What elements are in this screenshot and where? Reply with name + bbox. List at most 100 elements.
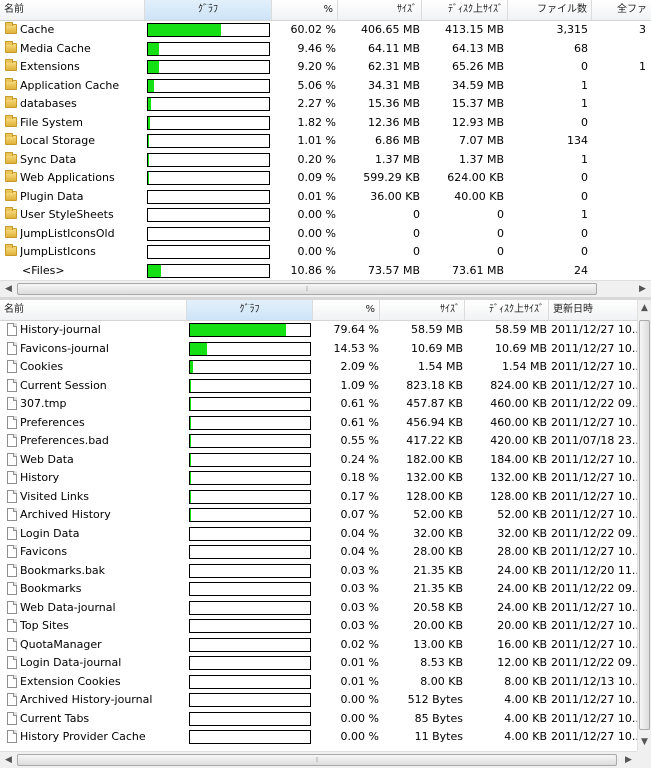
folder-name: JumpListIconsOld — [20, 226, 115, 240]
usage-bar — [147, 115, 270, 130]
usage-bar-fill — [190, 342, 208, 355]
file-row[interactable]: Login Data-journal 0.01 % 8.53 KB 12.00 KB 2… — [0, 654, 637, 672]
usage-bar-fill — [148, 98, 151, 110]
disk-size-value: 58.59 MB — [494, 323, 547, 336]
file-row[interactable]: Archived History 0.07 % 52.00 KB 52.00 KB 20… — [0, 506, 637, 524]
folder-row[interactable]: JumpListIcons 0.00 % 0 0 0 — [0, 243, 651, 261]
folder-row[interactable]: Sync Data 0.20 % 1.37 MB 1.37 MB 1 — [0, 151, 651, 169]
size-value: 58.59 MB — [410, 323, 463, 336]
file-row[interactable]: History 0.18 % 132.00 KB 132.00 KB 2011/12/2… — [0, 469, 637, 487]
folder-row[interactable]: Cache 60.02 % 406.65 MB 413.15 MB 3,315 3 — [0, 21, 651, 39]
column-size[interactable]: ｻｲｽﾞ — [380, 300, 465, 320]
scrollbar-thumb[interactable]: ⁞ — [17, 283, 597, 295]
folder-row[interactable]: Web Applications 0.09 % 599.29 KB 624.00 KB… — [0, 169, 651, 187]
percent-value: 14.53 % — [333, 341, 379, 355]
vertical-scrollbar[interactable]: ▲ ▼ — [637, 300, 651, 751]
disk-size-value: 73.61 MB — [451, 263, 504, 277]
scroll-left-arrow-icon[interactable]: ◀ — [0, 281, 17, 297]
column-graph[interactable]: ︶ ｸﾞﾗﾌ — [145, 0, 272, 20]
file-icon — [7, 489, 17, 503]
modified-date-value: 2011/12/27 10... — [551, 693, 637, 706]
size-value: 8.00 KB — [420, 674, 463, 688]
column-graph[interactable]: ︶ ｸﾞﾗﾌ — [187, 300, 313, 320]
file-row[interactable]: Preferences.bad 0.55 % 417.22 KB 420.00 KB 2… — [0, 432, 637, 450]
file-count-value: 68 — [574, 41, 588, 55]
total-files-value — [592, 40, 646, 58]
file-icon — [7, 471, 17, 484]
total-files-value — [592, 132, 646, 150]
folder-row[interactable]: JumpListIconsOld 0.00 % 0 0 0 — [0, 225, 651, 243]
file-row[interactable]: Login Data 0.04 % 32.00 KB 32.00 KB 2011/12/… — [0, 525, 637, 543]
size-value: 0 — [413, 208, 420, 221]
file-row[interactable]: Current Tabs 0.00 % 85 Bytes 4.00 KB 2011/12… — [0, 710, 637, 728]
file-row[interactable]: Favicons-journal 14.53 % 10.69 MB 10.69 MB 2… — [0, 340, 637, 358]
file-list-pane[interactable]: 名前 ︶ ｸﾞﾗﾌ % ｻｲｽﾞ ﾃﾞｨｽｸ上ｻｲｽﾞ 更新日時 History-… — [0, 300, 651, 768]
column-disk-size-label: ﾃﾞｨｽｸ上ｻｲｽﾞ — [448, 4, 503, 15]
file-row[interactable]: 307.tmp 0.61 % 457.87 KB 460.00 KB 2011/12/2… — [0, 395, 637, 413]
column-percent[interactable]: % — [272, 0, 338, 20]
folder-row[interactable]: File System 1.82 % 12.36 MB 12.93 MB 0 — [0, 114, 651, 132]
scroll-down-arrow-icon[interactable]: ▼ — [636, 734, 651, 751]
scroll-up-arrow-icon[interactable]: ▲ — [636, 300, 651, 317]
file-row[interactable]: Bookmarks.bak 0.03 % 21.35 KB 24.00 KB 2011/… — [0, 562, 637, 580]
file-icon — [7, 730, 17, 743]
percent-value: 2.27 % — [297, 97, 336, 110]
size-value: 13.00 KB — [413, 637, 463, 651]
folder-row[interactable]: Local Storage 1.01 % 6.86 MB 7.07 MB 134 — [0, 132, 651, 150]
column-disk-size[interactable]: ﾃﾞｨｽｸ上ｻｲｽﾞ — [465, 300, 549, 320]
folder-row[interactable]: Extensions 9.20 % 62.31 MB 65.26 MB 0 1 — [0, 58, 651, 76]
file-row[interactable]: Web Data 0.24 % 182.00 KB 184.00 KB 2011/12/… — [0, 451, 637, 469]
folder-row[interactable]: Plugin Data 0.01 % 36.00 KB 40.00 KB 0 — [0, 188, 651, 206]
folder-name: JumpListIcons — [20, 245, 96, 258]
scroll-left-arrow-icon[interactable]: ◀ — [0, 752, 17, 768]
horizontal-scrollbar[interactable]: ◀ ⁞ ▶ — [0, 751, 637, 768]
file-row[interactable]: Web Data-journal 0.03 % 20.58 KB 24.00 KB 20… — [0, 599, 637, 617]
file-row[interactable]: Visited Links 0.17 % 128.00 KB 128.00 KB 201… — [0, 488, 637, 506]
percent-value: 0.61 % — [340, 397, 379, 410]
folder-icon — [5, 59, 17, 71]
file-row[interactable]: History Provider Cache 0.00 % 11 Bytes 4.00… — [0, 728, 637, 746]
usage-bar — [147, 245, 270, 259]
scroll-grip-icon: ⁞ — [315, 756, 319, 764]
file-row[interactable]: Cookies 2.09 % 1.54 MB 1.54 MB 2011/12/27 10… — [0, 358, 637, 376]
column-file-count[interactable]: ファイル数 — [508, 0, 592, 20]
scroll-right-arrow-icon[interactable]: ▶ — [634, 281, 651, 297]
column-total-files[interactable]: 全ファ — [592, 0, 651, 20]
column-disk-size[interactable]: ﾃﾞｨｽｸ上ｻｲｽﾞ — [422, 0, 508, 20]
percent-value: 60.02 % — [290, 23, 336, 36]
usage-bar — [147, 208, 270, 222]
vertical-scrollbar-thumb[interactable] — [639, 320, 650, 730]
column-percent[interactable]: % — [313, 300, 380, 320]
horizontal-scrollbar[interactable]: ◀ ⁞ ▶ — [0, 280, 651, 297]
folder-icon — [5, 114, 17, 127]
file-row[interactable]: QuotaManager 0.02 % 13.00 KB 16.00 KB 2011/1… — [0, 636, 637, 654]
file-row[interactable]: Favicons 0.04 % 28.00 KB 28.00 KB 2011/12/27… — [0, 543, 637, 561]
column-size[interactable]: ｻｲｽﾞ — [338, 0, 422, 20]
folder-icon — [5, 225, 17, 238]
file-row[interactable]: Top Sites 0.03 % 20.00 KB 20.00 KB 2011/12/2… — [0, 617, 637, 635]
file-row[interactable]: Archived History-journal 0.00 % 512 Bytes 4… — [0, 691, 637, 709]
usage-bar — [189, 471, 311, 485]
disk-size-value: 413.15 MB — [444, 23, 504, 36]
file-row[interactable]: Bookmarks 0.03 % 21.35 KB 24.00 KB 2011/12/2… — [0, 580, 637, 598]
disk-size-value: 824.00 KB — [490, 378, 547, 392]
file-row[interactable]: History-journal 79.64 % 58.59 MB 58.59 MB 20… — [0, 321, 637, 339]
disk-size-value: 24.00 KB — [497, 563, 547, 577]
folder-row[interactable]: <Files> 10.86 % 73.57 MB 73.61 MB 24 — [0, 262, 651, 280]
scrollbar-thumb[interactable]: ⁞ — [17, 754, 617, 766]
column-name[interactable]: 名前 — [0, 300, 187, 320]
folder-row[interactable]: Media Cache 9.46 % 64.11 MB 64.13 MB 68 — [0, 40, 651, 58]
folder-row[interactable]: databases 2.27 % 15.36 MB 15.37 MB 1 — [0, 95, 651, 113]
folder-list-pane[interactable]: 名前 ︶ ｸﾞﾗﾌ % ｻｲｽﾞ ﾃﾞｨｽｸ上ｻｲｽﾞ ファイル数 全ファ Cac… — [0, 0, 651, 297]
folder-row[interactable]: Application Cache 5.06 % 34.31 MB 34.59 MB 1 — [0, 77, 651, 95]
file-row[interactable]: Extension Cookies 0.01 % 8.00 KB 8.00 KB 201… — [0, 673, 637, 691]
folder-row[interactable]: User StyleSheets 0.00 % 0 0 1 — [0, 206, 651, 224]
file-row[interactable]: Preferences 0.61 % 456.94 KB 460.00 KB 2011/… — [0, 414, 637, 432]
percent-value: 0.00 % — [340, 711, 379, 725]
total-files-value — [592, 77, 646, 95]
scroll-right-arrow-icon[interactable]: ▶ — [620, 752, 637, 768]
column-name[interactable]: 名前 — [0, 0, 145, 20]
column-modified[interactable]: 更新日時 — [549, 300, 637, 320]
file-icon — [7, 619, 17, 632]
file-row[interactable]: Current Session 1.09 % 823.18 KB 824.00 KB 2… — [0, 377, 637, 395]
